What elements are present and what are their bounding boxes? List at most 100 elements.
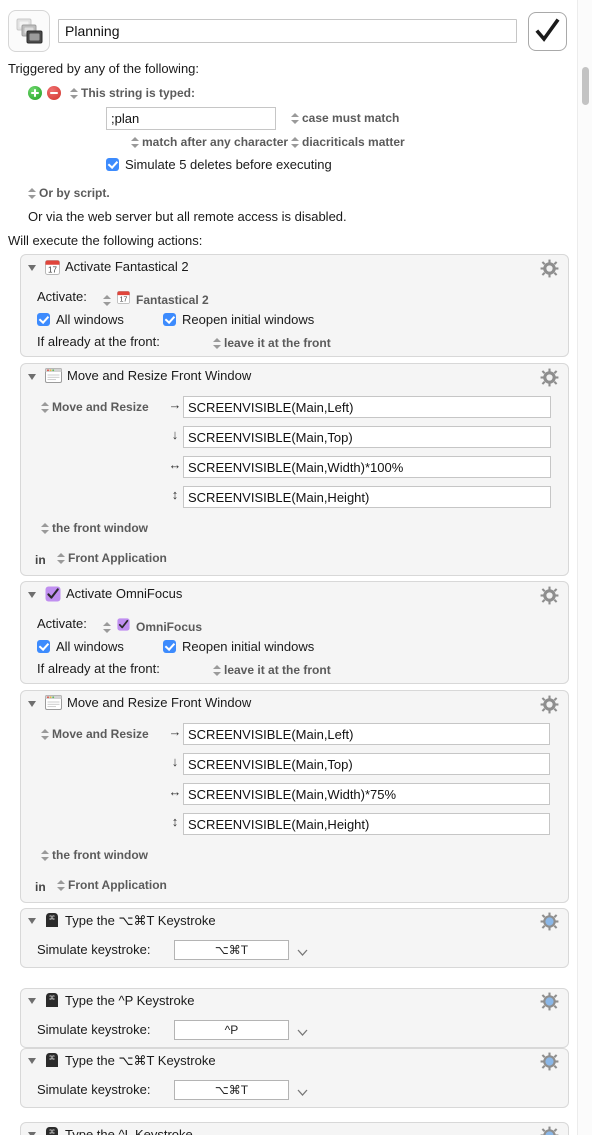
move-y-input[interactable]: SCREENVISIBLE(Main,Top) (183, 753, 550, 775)
chevron-down-icon[interactable] (297, 1025, 309, 1037)
action-gear-icon[interactable] (540, 586, 559, 605)
move-x-input[interactable]: SCREENVISIBLE(Main,Left) (183, 396, 551, 418)
diacritics-option-popup[interactable]: diacriticals matter (291, 135, 405, 149)
target-window-label: the front window (52, 848, 148, 862)
or-by-script-label: Or by script. (39, 186, 110, 200)
target-window-label: the front window (52, 521, 148, 535)
checkbox-icon (163, 640, 176, 653)
activate-label: Activate: (37, 289, 87, 304)
target-window-popup[interactable]: the front window (41, 521, 148, 535)
vertical-scrollbar[interactable] (577, 0, 592, 1135)
disclosure-triangle-icon[interactable] (28, 265, 36, 271)
macro-window-stack-icon-svg (16, 18, 43, 44)
disclosure-triangle-icon[interactable] (28, 701, 36, 707)
action-move-resize-1[interactable]: Move and Resize Front Window Move and Re… (20, 363, 569, 576)
disclosure-triangle-icon[interactable] (28, 998, 36, 1004)
omnifocus-icon (45, 586, 61, 607)
action-title: Type the ^L Keystroke (65, 1127, 193, 1135)
action-gear-icon[interactable] (540, 259, 559, 278)
macro-name-input[interactable]: Planning (58, 19, 517, 43)
macro-enabled-toggle[interactable] (528, 12, 567, 51)
disclosure-triangle-icon[interactable] (28, 1058, 36, 1064)
chevron-updown-icon (70, 87, 78, 100)
chevron-updown-icon (57, 879, 65, 892)
checkbox-icon (37, 640, 50, 653)
macro-window-stack-icon[interactable] (8, 10, 50, 52)
simulate-keystroke-label: Simulate keystroke: (37, 1082, 151, 1097)
action-activate-fantastical[interactable]: 17 Activate Fantastical 2 Activate: 17 F… (20, 254, 569, 357)
disclosure-triangle-icon[interactable] (28, 918, 36, 924)
action-gear-icon-blue[interactable] (540, 992, 559, 1011)
arrow-right-icon: → (168, 397, 182, 412)
checkbox-icon (163, 313, 176, 326)
activate-app-name: OmniFocus (136, 620, 203, 634)
trigger-row-controls: This string is typed: (28, 86, 195, 100)
keystroke-key-icon: ⌘ (45, 912, 59, 933)
action-move-resize-2[interactable]: Move and Resize Front Window Move and Re… (20, 690, 569, 903)
resize-width-input[interactable]: SCREENVISIBLE(Main,Width)*75% (183, 783, 550, 805)
already-front-popup[interactable]: leave it at the front (213, 663, 331, 677)
chevron-updown-icon (103, 294, 111, 307)
case-option-popup[interactable]: case must match (291, 111, 399, 125)
move-y-input[interactable]: SCREENVISIBLE(Main,Top) (183, 426, 551, 448)
svg-text:⌘: ⌘ (49, 914, 56, 922)
fantastical-calendar-icon: 17 (117, 291, 130, 309)
target-window-popup[interactable]: the front window (41, 848, 148, 862)
action-keystroke-2[interactable]: ⌘ Type the ^P Keystroke Simulate keystro… (20, 988, 569, 1048)
reopen-windows-checkbox[interactable]: Reopen initial windows (163, 312, 314, 327)
move-resize-mode-popup[interactable]: Move and Resize (41, 727, 149, 741)
chevron-updown-icon (41, 728, 49, 741)
target-app-popup[interactable]: Front Application (57, 551, 167, 565)
match-option-label: match after any character (142, 135, 289, 149)
add-trigger-button[interactable] (28, 86, 42, 100)
action-keystroke-4[interactable]: ⌘ Type the ^L Keystroke (20, 1122, 569, 1135)
disclosure-triangle-icon[interactable] (28, 592, 36, 598)
disclosure-triangle-icon[interactable] (28, 374, 36, 380)
web-server-note: Or via the web server but all remote acc… (28, 209, 347, 224)
activate-app-popup[interactable]: OmniFocus (103, 618, 202, 636)
chevron-down-icon[interactable] (297, 1085, 309, 1097)
resize-height-input[interactable]: SCREENVISIBLE(Main,Height) (183, 486, 551, 508)
action-keystroke-1[interactable]: ⌘ Type the ⌥⌘T Keystroke Simulate keystr… (20, 908, 569, 968)
typed-string-input[interactable]: ;plan (106, 107, 276, 130)
simulate-keystroke-label: Simulate keystroke: (37, 942, 151, 957)
all-windows-checkbox[interactable]: All windows (37, 312, 124, 327)
arrow-vertical-icon: ↕ (171, 814, 179, 829)
keystroke-input[interactable]: ^P (174, 1020, 289, 1040)
resize-width-input[interactable]: SCREENVISIBLE(Main,Width)*100% (183, 456, 551, 478)
trigger-type-popup[interactable]: This string is typed: (70, 86, 195, 100)
action-gear-icon-blue[interactable] (540, 912, 559, 931)
all-windows-checkbox[interactable]: All windows (37, 639, 124, 654)
triggers-heading: Triggered by any of the following: (8, 61, 200, 76)
in-label: in (35, 880, 46, 894)
arrow-down-icon: ↓ (171, 754, 179, 769)
move-x-input[interactable]: SCREENVISIBLE(Main,Left) (183, 723, 550, 745)
target-app-popup[interactable]: Front Application (57, 878, 167, 892)
resize-height-input[interactable]: SCREENVISIBLE(Main,Height) (183, 813, 550, 835)
action-gear-icon[interactable] (540, 368, 559, 387)
action-activate-omnifocus[interactable]: Activate OmniFocus Activate: OmniFocus A… (20, 581, 569, 684)
action-keystroke-3[interactable]: ⌘ Type the ⌥⌘T Keystroke Simulate keystr… (20, 1048, 569, 1108)
activate-app-popup[interactable]: 17 Fantastical 2 (103, 291, 209, 309)
scrollbar-thumb[interactable] (582, 67, 589, 105)
arrow-horizontal-icon: ↔ (168, 784, 182, 799)
keystroke-input[interactable]: ⌥⌘T (174, 940, 289, 960)
or-by-script-popup[interactable]: Or by script. (28, 186, 110, 200)
match-option-popup[interactable]: match after any character (131, 135, 288, 149)
reopen-windows-checkbox[interactable]: Reopen initial windows (163, 639, 314, 654)
action-gear-icon-blue[interactable] (540, 1052, 559, 1071)
chevron-down-icon[interactable] (297, 945, 309, 957)
move-resize-mode-popup[interactable]: Move and Resize (41, 400, 149, 414)
simulate-deletes-checkbox[interactable]: Simulate 5 deletes before executing (106, 157, 332, 172)
activate-label: Activate: (37, 616, 87, 631)
remove-trigger-button[interactable] (47, 86, 61, 100)
action-gear-icon-blue[interactable] (540, 1126, 559, 1135)
arrow-right-icon: → (168, 724, 182, 739)
macro-header: Planning (0, 0, 592, 57)
keystroke-input[interactable]: ⌥⌘T (174, 1080, 289, 1100)
already-front-option: leave it at the front (224, 336, 331, 350)
chevron-updown-icon (213, 337, 221, 350)
chevron-updown-icon (41, 849, 49, 862)
already-front-popup[interactable]: leave it at the front (213, 336, 331, 350)
action-gear-icon[interactable] (540, 695, 559, 714)
